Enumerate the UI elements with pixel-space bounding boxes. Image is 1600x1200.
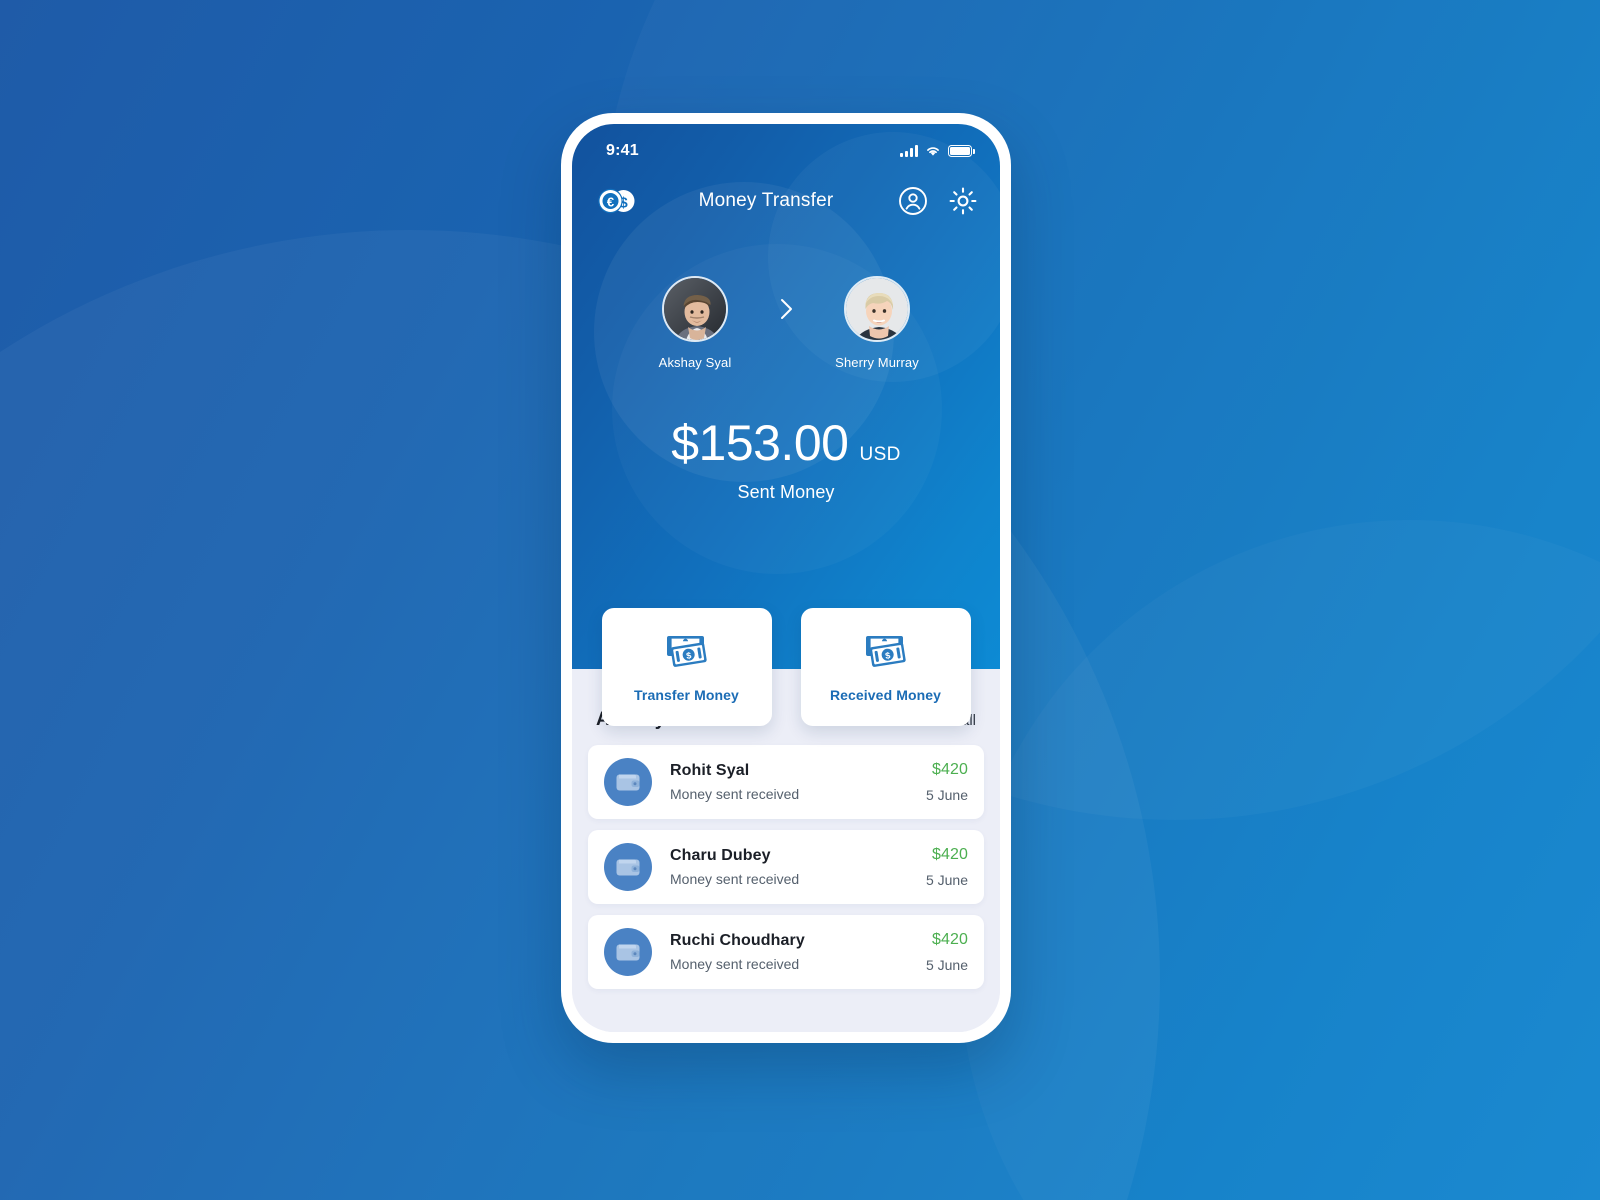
- amount-caption: Sent Money: [737, 482, 835, 502]
- transfer-money-card[interactable]: $ Transfer Money: [601, 608, 772, 726]
- activity-row-date: 5 June: [925, 872, 968, 888]
- battery-icon: [948, 145, 975, 157]
- transfer-amount-block: $153.00 USD Sent Money: [572, 418, 1000, 503]
- wallet-icon: [604, 928, 652, 976]
- activity-row-subtitle: Money sent received: [670, 871, 800, 887]
- recipient-avatar: [844, 276, 910, 342]
- status-bar-icons: [900, 137, 975, 157]
- activity-row-text: Ruchi Choudhary Money sent received: [670, 932, 926, 972]
- user-circle-icon[interactable]: [898, 186, 928, 216]
- activity-row-date: 5 June: [925, 957, 968, 973]
- activity-row-name: Charu Dubey: [670, 847, 771, 864]
- cellular-signal-icon: [900, 145, 918, 157]
- activity-row-text: Rohit Syal Money sent received: [670, 762, 926, 802]
- wallet-icon: [604, 843, 652, 891]
- activity-row-subtitle: Money sent received: [670, 786, 800, 802]
- activity-row-meta: $420 5 June: [926, 931, 968, 973]
- activity-row-name: Rohit Syal: [670, 762, 750, 779]
- action-cards: $ Transfer Money $ Received Money: [572, 608, 1000, 726]
- activity-row-subtitle: Money sent received: [670, 956, 800, 972]
- amount-currency: USD: [859, 444, 901, 465]
- received-money-label: Received Money: [829, 687, 942, 703]
- recipient-name: Sherry Murray: [835, 355, 919, 370]
- transfer-money-label: Transfer Money: [634, 687, 739, 703]
- activity-row[interactable]: Charu Dubey Money sent received $420 5 J…: [588, 830, 984, 904]
- activity-row-date: 5 June: [925, 787, 968, 803]
- sender-party[interactable]: Akshay Syal: [635, 276, 755, 370]
- page-title: Money Transfer: [698, 190, 834, 211]
- amount-line: $153.00 USD: [572, 418, 1000, 468]
- activity-row-amount: $420: [932, 931, 968, 948]
- sender-avatar: [662, 276, 728, 342]
- activity-row[interactable]: Rohit Syal Money sent received $420 5 Ju…: [588, 745, 984, 819]
- svg-text:€: €: [607, 195, 614, 210]
- amount-value: $153.00: [671, 415, 849, 471]
- activity-row-text: Charu Dubey Money sent received: [670, 847, 926, 887]
- activity-row[interactable]: Ruchi Choudhary Money sent received $420…: [588, 915, 984, 989]
- transfer-parties: Akshay Syal Sherry Murray: [572, 276, 1000, 370]
- chevron-right-icon: [775, 276, 797, 342]
- sender-name: Akshay Syal: [658, 355, 732, 370]
- activity-row-amount: $420: [932, 846, 968, 863]
- banknotes-icon: $: [666, 636, 707, 667]
- wifi-icon: [927, 147, 939, 156]
- activity-row-name: Ruchi Choudhary: [670, 932, 805, 949]
- hero-section: 9:41 $ € Money Transfer Akshay Syal Sher…: [572, 124, 1000, 669]
- gear-icon[interactable]: [948, 186, 978, 216]
- page-backdrop: 9:41 $ € Money Transfer Akshay Syal Sher…: [0, 0, 1600, 1200]
- phone-mockup-frame: 9:41 $ € Money Transfer Akshay Syal Sher…: [561, 113, 1011, 1043]
- recipient-party[interactable]: Sherry Murray: [817, 276, 937, 370]
- activity-row-meta: $420 5 June: [926, 761, 968, 803]
- status-bar: 9:41: [572, 124, 1000, 170]
- status-bar-clock: 9:41: [606, 142, 639, 159]
- app-bar: $ € Money Transfer: [572, 170, 1000, 232]
- activity-row-amount: $420: [932, 761, 968, 778]
- received-money-card[interactable]: $ Received Money: [800, 608, 971, 726]
- backdrop-decor-circle-3: [960, 520, 1600, 1200]
- wallet-icon: [604, 758, 652, 806]
- banknotes-icon: $: [865, 636, 906, 667]
- phone-screen: 9:41 $ € Money Transfer Akshay Syal Sher…: [572, 124, 1000, 1032]
- activity-row-meta: $420 5 June: [926, 846, 968, 888]
